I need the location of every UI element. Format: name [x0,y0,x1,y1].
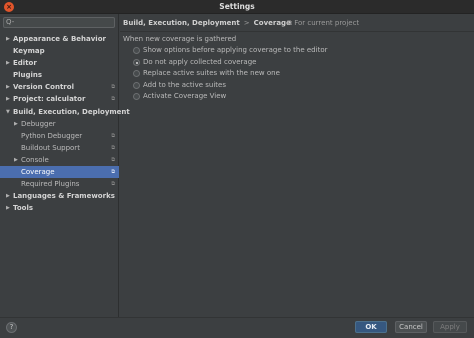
sidebar-item-keymap[interactable]: Keymap [0,45,119,57]
sidebar-item-label: Python Debugger [21,131,83,140]
sidebar-item-editor[interactable]: ▶ Editor [0,57,119,69]
dialog-footer: ? OK Cancel Apply [0,317,474,338]
checkbox-label: Activate Coverage View [143,92,227,100]
cancel-button[interactable]: Cancel [395,321,427,333]
scope-text: For current project [294,19,360,27]
sidebar-item-label: Languages & Frameworks [13,192,115,201]
sidebar-item-label: Coverage [21,168,55,177]
sidebar-item-label: Version Control [13,83,74,92]
sidebar-item-label: Required Plugins [21,180,80,189]
copy-icon: ⧉ [111,181,115,188]
sidebar-item-python-debugger[interactable]: Python Debugger ⧉ [0,130,119,142]
chevron-right-icon[interactable]: ▶ [6,190,10,202]
search-input[interactable]: Q- [3,17,115,28]
radio-button[interactable] [133,70,140,77]
ok-button[interactable]: OK [355,321,387,333]
header-divider [120,31,474,32]
settings-tree: ▶ Appearance & Behavior Keymap ▶ Editor Plugi… [0,33,130,214]
sidebar-item-required-plugins[interactable]: Required Plugins ⧉ [0,178,119,190]
apply-button[interactable]: Apply [433,321,467,333]
sidebar-item-languages-frameworks[interactable]: ▶ Languages & Frameworks [0,190,119,202]
radio-label: Add to the active suites [143,81,226,89]
chevron-right-icon[interactable]: ▶ [6,33,10,45]
sidebar-item-version-control[interactable]: ▶ Version Control ⧉ [0,81,119,93]
breadcrumb: Build, Execution, Deployment > Coverage [123,17,291,29]
sidebar-item-buildout-support[interactable]: Buildout Support ⧉ [0,142,119,154]
copy-icon: ⧉ [111,84,115,91]
chevron-right-icon[interactable]: ▶ [6,81,10,93]
sidebar-item-label: Editor [13,59,37,68]
chevron-right-icon[interactable]: ▶ [6,202,10,214]
breadcrumb-current: Coverage [253,19,291,27]
settings-sidebar: Q- ▶ Appearance & Behavior Keymap ▶ Editor Pl… [0,14,130,317]
sidebar-item-build-execution-deployment[interactable]: ▼ Build, Execution, Deployment [0,106,130,118]
chevron-down-icon[interactable]: ▼ [6,106,10,118]
chevron-right-icon[interactable]: ▶ [6,57,10,69]
sidebar-item-label: Project: calculator [13,95,86,104]
sidebar-item-plugins[interactable]: Plugins [0,69,119,81]
sidebar-item-label: Appearance & Behavior [13,35,106,43]
help-button[interactable]: ? [6,322,17,333]
copy-icon: ⧉ [111,144,115,151]
sidebar-item-label: Buildout Support [21,143,80,152]
search-icon: Q- [6,18,15,26]
sidebar-item-appearance-behavior[interactable]: ▶ Appearance & Behavior [0,33,119,45]
sidebar-item-label: Console [21,155,49,164]
sidebar-item-debugger[interactable]: ▶ Debugger [0,118,119,130]
chevron-right-icon[interactable]: ▶ [14,118,18,130]
sidebar-item-label: Keymap [13,47,45,56]
scope-label: ⧉ For current project [287,17,359,29]
sidebar-item-tools[interactable]: ▶ Tools [0,202,119,214]
radio-label: Do not apply collected coverage [143,58,257,66]
radio-button[interactable] [133,59,140,66]
chevron-right-icon[interactable]: ▶ [14,154,18,166]
title-bar: × Settings [0,0,474,14]
radio-button[interactable] [133,82,140,89]
sidebar-item-label: Debugger [21,119,56,128]
sidebar-item-coverage[interactable]: Coverage ⧉ [0,166,119,179]
sidebar-item-label: Build, Execution, Deployment [13,107,130,116]
sidebar-item-project-calculator[interactable]: ▶ Project: calculator ⧉ [0,93,119,105]
copy-icon: ⧉ [287,19,292,27]
sidebar-item-label: Tools [13,204,34,213]
copy-icon: ⧉ [111,132,115,139]
radio-label: Replace active suites with the new one [143,69,280,77]
copy-icon: ⧉ [111,169,115,176]
coverage-group-label: When new coverage is gathered [123,35,237,43]
breadcrumb-parent[interactable]: Build, Execution, Deployment [123,19,240,27]
radio-button[interactable] [133,47,140,54]
copy-icon: ⧉ [111,156,115,163]
breadcrumb-separator: > [243,19,250,27]
copy-icon: ⧉ [111,96,115,103]
radio-label: Show options before applying coverage to… [143,46,328,54]
sidebar-item-label: Plugins [13,71,43,80]
sidebar-item-console[interactable]: ▶ Console ⧉ [0,154,119,166]
coverage-panel: Build, Execution, Deployment > Coverage ⧉ … [120,14,474,317]
checkbox[interactable] [133,93,140,100]
chevron-right-icon[interactable]: ▶ [6,93,10,105]
window-title: Settings [219,2,255,11]
